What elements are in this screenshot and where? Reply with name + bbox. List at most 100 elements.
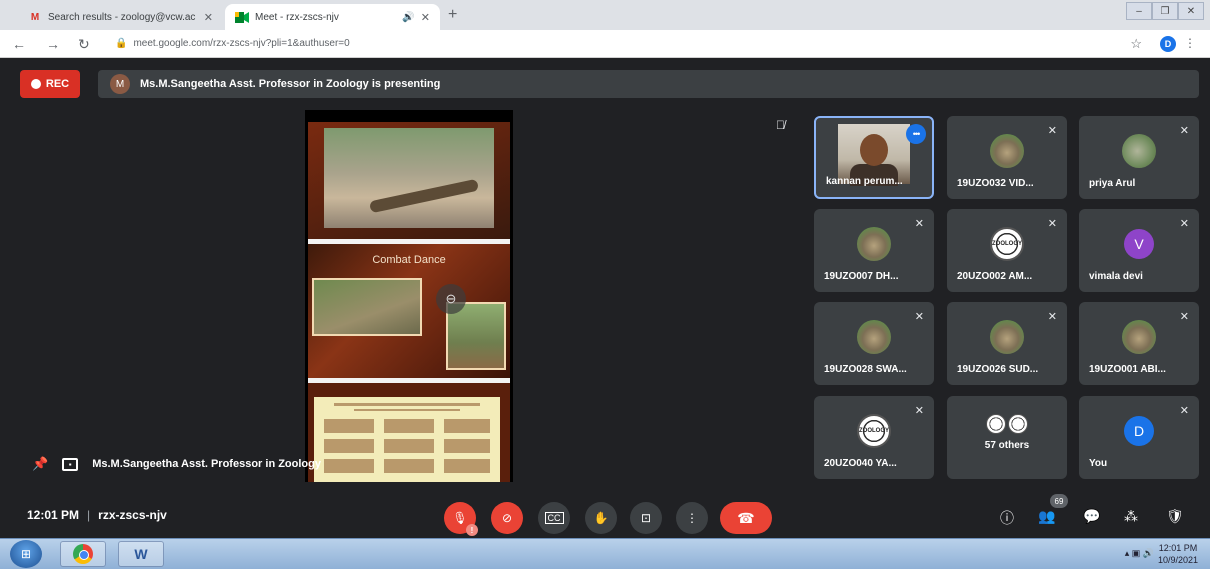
meeting-time: 12:01 PM bbox=[27, 508, 80, 522]
participant-tile[interactable]: ✕ priya Arul bbox=[1079, 116, 1199, 199]
participant-avatar: ZOOLOGY bbox=[990, 226, 1024, 261]
close-tab-icon[interactable]: ✕ bbox=[204, 11, 213, 24]
more-vert-icon: ⋮ bbox=[686, 511, 698, 525]
lock-icon: 🔒 bbox=[115, 38, 128, 49]
participant-avatar bbox=[990, 133, 1024, 168]
participant-name: You bbox=[1089, 458, 1108, 469]
others-avatars bbox=[986, 414, 1028, 434]
raise-hand-button[interactable]: ✋ bbox=[585, 502, 617, 534]
reload-icon[interactable]: ↻ bbox=[78, 36, 90, 53]
mic-off-icon: ✕ bbox=[914, 218, 924, 230]
participant-tile[interactable]: ✕ 19UZO007 DH... bbox=[814, 209, 934, 292]
back-icon[interactable]: ← bbox=[12, 36, 26, 52]
rec-label: REC bbox=[45, 78, 70, 90]
tab-label: Search results - zoology@vcw.ac bbox=[48, 11, 196, 23]
slide-document bbox=[314, 397, 500, 482]
close-tab-icon[interactable]: ✕ bbox=[421, 11, 430, 24]
participant-tile[interactable]: ✕ ZOOLOGY 20UZO002 AM... bbox=[947, 209, 1067, 292]
taskbar-chrome[interactable] bbox=[60, 541, 106, 567]
participant-avatar: ZOOLOGY bbox=[857, 413, 891, 448]
mic-off-icon: ✕ bbox=[914, 405, 924, 417]
participant-name: 19UZO032 VID... bbox=[957, 178, 1034, 189]
url-text: meet.google.com/rzx-zscs-njv?pli=1&authu… bbox=[133, 38, 350, 49]
tab-gmail[interactable]: M Search results - zoology@vcw.ac ✕ bbox=[18, 4, 223, 30]
participant-name: 20UZO040 YA... bbox=[824, 458, 897, 469]
participant-name: 19UZO028 SWA... bbox=[824, 364, 907, 375]
leave-call-button[interactable]: ☎ bbox=[720, 502, 772, 534]
participant-tile[interactable]: ✕ 19UZO001 ABI... bbox=[1079, 302, 1199, 385]
mic-off-icon: ✕ bbox=[914, 311, 924, 323]
participant-avatar bbox=[990, 319, 1024, 354]
presenting-text: Ms.M.Sangeetha Asst. Professor in Zoolog… bbox=[140, 78, 441, 90]
zoom-out-icon[interactable]: ⊖ bbox=[436, 284, 466, 314]
slide-2: Combat Dance ⊖ bbox=[308, 244, 510, 378]
tab-meet[interactable]: Meet - rzx-zscs-njv 🔊 ✕ bbox=[225, 4, 440, 30]
participant-tile[interactable]: ✕ 19UZO032 VID... bbox=[947, 116, 1067, 199]
others-tile[interactable]: 57 others bbox=[947, 396, 1067, 479]
clock-time: 12:01 PM bbox=[1158, 543, 1198, 553]
slide-title: Combat Dance bbox=[372, 254, 446, 266]
forward-icon[interactable]: → bbox=[46, 36, 60, 52]
mic-off-icon: ✕ bbox=[1179, 311, 1189, 323]
self-tile[interactable]: ✕ D You bbox=[1079, 396, 1199, 479]
participant-name: vimala devi bbox=[1089, 271, 1143, 282]
mic-off-icon: ✕ bbox=[1179, 125, 1189, 137]
people-icon[interactable]: 👥 bbox=[1038, 508, 1055, 525]
slide-photo bbox=[324, 128, 494, 228]
hang-up-icon: ☎ bbox=[737, 509, 755, 526]
presenter-avatar: M bbox=[110, 74, 130, 94]
url-field[interactable]: 🔒 meet.google.com/rzx-zscs-njv?pli=1&auth… bbox=[115, 38, 350, 49]
participant-name: 20UZO002 AM... bbox=[957, 271, 1033, 282]
more-options-icon[interactable]: ••• bbox=[906, 124, 926, 144]
camera-toggle-button[interactable]: ⊘ bbox=[491, 502, 523, 534]
speaker-icon[interactable]: 🔊 bbox=[402, 12, 414, 23]
host-controls-icon[interactable]: 🛡 bbox=[1166, 508, 1184, 525]
browser-menu-icon[interactable]: ⋮ bbox=[1184, 36, 1196, 50]
participant-avatar bbox=[857, 319, 891, 354]
close-window-button[interactable]: ✕ bbox=[1178, 2, 1204, 20]
self-avatar: D bbox=[1124, 415, 1154, 446]
new-tab-button[interactable]: + bbox=[448, 6, 457, 24]
chat-icon[interactable]: 💬 bbox=[1083, 508, 1100, 525]
mic-off-icon: ✕ bbox=[1179, 405, 1189, 417]
participant-tile[interactable]: ✕ 19UZO026 SUD... bbox=[947, 302, 1067, 385]
start-button[interactable]: ⊞ bbox=[10, 540, 42, 568]
activities-icon[interactable]: ⁂ bbox=[1124, 508, 1138, 525]
participant-avatar bbox=[1122, 133, 1156, 168]
system-tray-icons[interactable]: ▴ ▣ 🔊 bbox=[1125, 548, 1154, 559]
taskbar-word[interactable]: W bbox=[118, 541, 164, 567]
slide-photo bbox=[312, 278, 422, 336]
participant-tile[interactable]: ✕ V vimala devi bbox=[1079, 209, 1199, 292]
meeting-code: rzx-zscs-njv bbox=[98, 508, 167, 522]
pin-icon[interactable]: 📌 bbox=[32, 456, 48, 472]
profile-avatar[interactable]: D bbox=[1160, 36, 1176, 52]
taskbar-clock[interactable]: 12:01 PM 10/9/2021 bbox=[1154, 542, 1202, 566]
participant-tile[interactable]: ✕ 19UZO028 SWA... bbox=[814, 302, 934, 385]
mic-toggle-button[interactable]: 🎙 ! bbox=[444, 502, 478, 536]
participant-name: kannan perum... bbox=[826, 176, 903, 187]
mic-off-icon: ✕ bbox=[1047, 218, 1057, 230]
participant-avatar bbox=[1122, 319, 1156, 354]
chrome-icon bbox=[73, 544, 93, 564]
captions-button[interactable]: CC bbox=[538, 502, 570, 534]
hand-icon: ✋ bbox=[593, 511, 609, 525]
minimize-button[interactable]: – bbox=[1126, 2, 1152, 20]
present-button[interactable]: ⊡ bbox=[630, 502, 662, 534]
slide-1 bbox=[308, 122, 510, 239]
record-dot-icon bbox=[30, 79, 41, 89]
recording-indicator: REC bbox=[20, 70, 80, 98]
participant-tile[interactable]: ✕ ZOOLOGY 20UZO040 YA... bbox=[814, 396, 934, 479]
info-icon[interactable]: ⓘ bbox=[1000, 508, 1014, 528]
bookmark-star-icon[interactable]: ☆ bbox=[1130, 36, 1142, 52]
mic-off-icon: 🎙 bbox=[452, 511, 468, 525]
slide-3 bbox=[308, 383, 510, 482]
participant-tile[interactable]: ••• kannan perum... bbox=[814, 116, 934, 199]
mic-off-icon: ✕ bbox=[1179, 218, 1189, 230]
more-options-button[interactable]: ⋮ bbox=[676, 502, 708, 534]
meeting-info: 12:01 PM | rzx-zscs-njv bbox=[27, 508, 167, 522]
presenter-pin-label: 📌 ▪ Ms.M.Sangeetha Asst. Professor in Zo… bbox=[32, 456, 321, 472]
presentation-view[interactable]: Combat Dance ⊖ bbox=[305, 110, 513, 482]
mic-off-icon: 🎙̸ bbox=[776, 118, 785, 132]
present-screen-icon: ⊡ bbox=[640, 511, 652, 525]
maximize-button[interactable]: ❐ bbox=[1152, 2, 1178, 20]
